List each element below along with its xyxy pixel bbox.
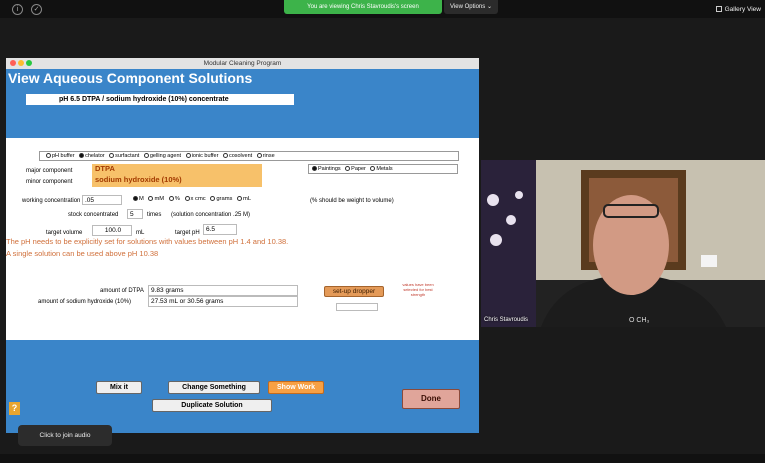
- dropper-field[interactable]: [336, 303, 378, 311]
- maximize-icon[interactable]: [26, 60, 32, 66]
- shirt-text: O CH₃: [629, 317, 650, 324]
- close-icon[interactable]: [10, 60, 16, 66]
- minimize-icon[interactable]: [18, 60, 24, 66]
- radio-paper[interactable]: [345, 166, 351, 172]
- page-title: View Aqueous Component Solutions: [8, 70, 253, 86]
- working-concentration-input[interactable]: .05: [82, 195, 122, 205]
- view-options-button[interactable]: View Options ⌄: [444, 0, 498, 14]
- stock-times-label: times: [147, 212, 162, 218]
- participant-name: Chris Stavroudis: [484, 317, 529, 323]
- radio-label: pH buffer: [52, 153, 75, 159]
- media-radio-group: Paintings Paper Metals: [308, 164, 458, 174]
- minor-component-label: minor component: [26, 179, 73, 185]
- participant-name-label: Chris Stavroudis: [484, 317, 528, 323]
- radio-mm[interactable]: [148, 196, 154, 201]
- working-concentration-label: working concentration: [22, 198, 81, 204]
- radio-chelator[interactable]: [79, 153, 85, 159]
- category-radio-group: pH buffer chelator surfactant gelling ag…: [39, 151, 459, 161]
- participant-video: Chris Stavroudis O CH₃: [481, 160, 765, 327]
- solution-name-field[interactable]: pH 6.5 DTPA / sodium hydroxide (10%) con…: [26, 94, 294, 105]
- radio-surfactant[interactable]: [109, 153, 115, 159]
- info-icon[interactable]: i: [12, 4, 23, 15]
- radio-label: ionic buffer: [191, 153, 219, 159]
- minor-component-field[interactable]: sodium hydroxide (10%): [92, 175, 262, 187]
- help-button[interactable]: ?: [9, 402, 20, 415]
- window-title: Modular Cleaning Program: [203, 60, 282, 67]
- radio-percent[interactable]: [168, 196, 174, 201]
- gallery-view-button[interactable]: Gallery View: [715, 6, 761, 13]
- radio-grams[interactable]: [210, 196, 216, 201]
- zoom-toolbar: [0, 454, 765, 463]
- show-work-button[interactable]: Show Work: [268, 381, 324, 394]
- radio-x-cmc[interactable]: [184, 196, 190, 201]
- radio-label: Paper: [351, 166, 366, 172]
- ph-warning-line-1: The pH needs to be explicitly set for so…: [6, 237, 289, 246]
- radio-paintings[interactable]: [312, 166, 317, 172]
- radio-label: mL: [243, 196, 252, 203]
- unit-radio-group: M mM % x cmc grams mL: [130, 196, 251, 202]
- radio-label: chelator: [85, 153, 105, 159]
- app-window: Modular Cleaning Program View Aqueous Co…: [6, 58, 479, 433]
- target-volume-unit: mL: [136, 230, 145, 236]
- radio-label: surfactant: [115, 153, 140, 159]
- stock-concentrated-label: stock concentrated: [68, 212, 119, 218]
- screen-share-banner: You are viewing Chris Stavroudis's scree…: [284, 0, 442, 14]
- target-ph-label: target pH: [175, 230, 200, 236]
- target-volume-label: target volume: [46, 230, 83, 236]
- duplicate-solution-button[interactable]: Duplicate Solution: [152, 399, 272, 412]
- window-titlebar: Modular Cleaning Program: [6, 58, 479, 69]
- ph-warning-line-2: A single solution can be used above pH 1…: [6, 249, 159, 258]
- radio-gelling-agent[interactable]: [143, 153, 149, 159]
- radio-ionic-buffer[interactable]: [185, 153, 191, 159]
- radio-label: x cmc: [190, 196, 206, 203]
- radio-cosolvent[interactable]: [222, 153, 228, 159]
- radio-ph-buffer[interactable]: [46, 153, 51, 159]
- radio-label: %: [174, 196, 180, 203]
- target-ph-input[interactable]: 6.5: [203, 224, 237, 235]
- dropper-note: values have been selected for best stren…: [402, 282, 434, 297]
- mix-it-button[interactable]: Mix it: [96, 381, 142, 394]
- weight-note: (% should be weight to volume): [310, 198, 394, 204]
- radio-ml[interactable]: [237, 196, 243, 201]
- target-volume-input[interactable]: 100.0: [92, 225, 132, 236]
- amount-naoh-field: 27.53 mL or 30.56 grams: [148, 296, 298, 307]
- radio-label: Metals: [376, 166, 393, 172]
- shield-icon[interactable]: ✓: [31, 4, 42, 15]
- amount-naoh-label: amount of sodium hydroxide (10%): [38, 299, 132, 305]
- gallery-view-label: Gallery View: [724, 6, 761, 13]
- radio-label: M: [139, 196, 144, 203]
- radio-metals[interactable]: [370, 166, 376, 172]
- grid-icon: [715, 6, 722, 13]
- change-something-button[interactable]: Change Something: [168, 381, 260, 394]
- radio-rinse[interactable]: [256, 153, 262, 159]
- radio-label: gelling agent: [149, 153, 182, 159]
- amount-dtpa-label: amount of DTPA: [100, 288, 144, 294]
- setup-dropper-button[interactable]: set-up dropper: [324, 286, 384, 297]
- done-button[interactable]: Done: [402, 389, 460, 409]
- webcam-image: [481, 160, 765, 327]
- radio-label: grams: [216, 196, 233, 203]
- major-component-field[interactable]: DTPA: [92, 164, 262, 175]
- amount-dtpa-field: 9.83 grams: [148, 285, 298, 296]
- radio-m[interactable]: [133, 196, 138, 201]
- radio-label: mM: [154, 196, 165, 203]
- stock-times-input[interactable]: 5: [127, 209, 143, 219]
- solution-concentration-note: (solution concentration .25 M): [171, 212, 251, 218]
- join-audio-button[interactable]: Click to join audio: [18, 425, 112, 446]
- radio-label: Paintings: [318, 166, 341, 172]
- radio-label: cosolvent: [228, 153, 253, 159]
- radio-label: rinse: [262, 153, 275, 159]
- major-component-label: major component: [26, 168, 73, 174]
